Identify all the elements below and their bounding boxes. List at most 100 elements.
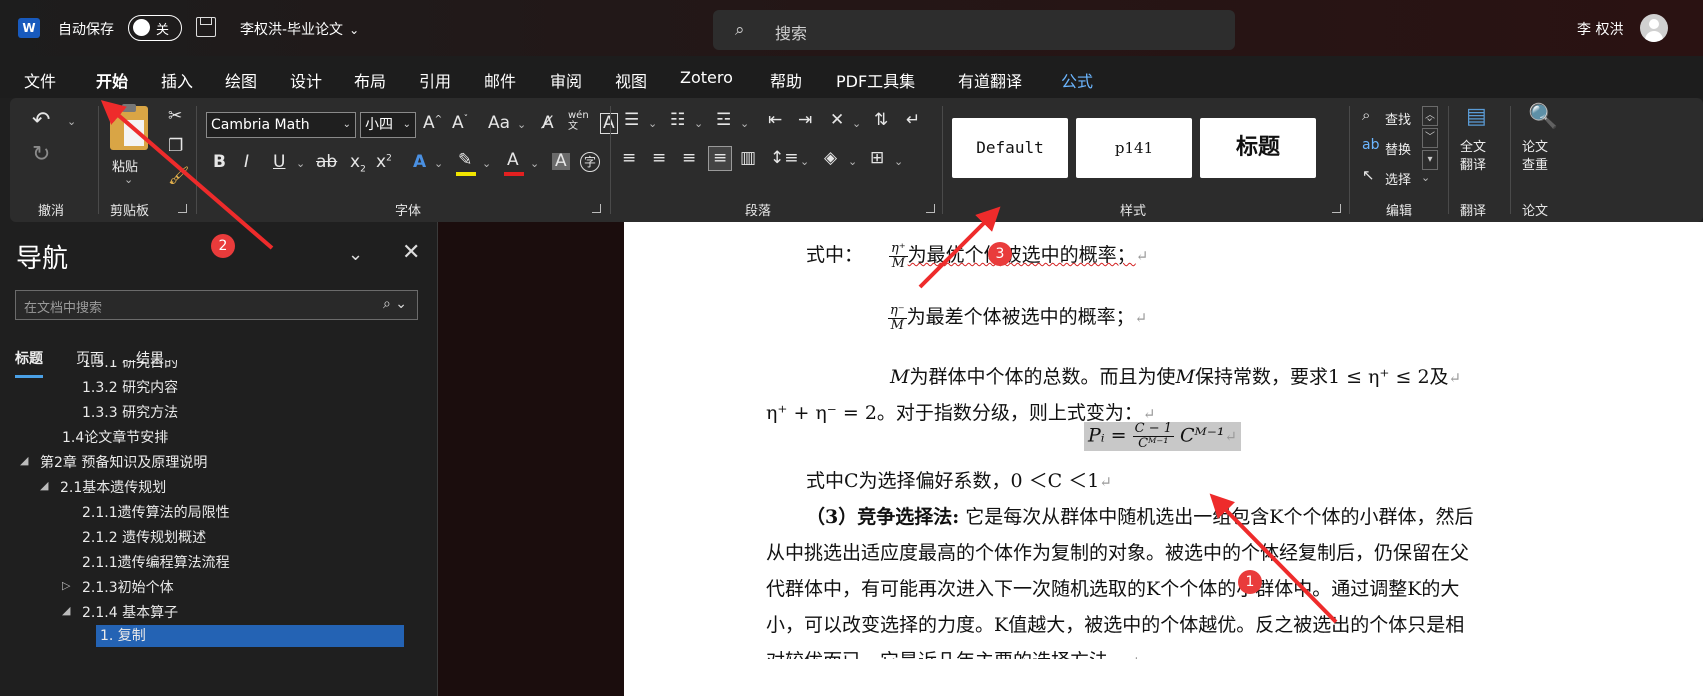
list-item-selected[interactable]: 1. 复制 [96, 625, 404, 647]
text-effects-icon[interactable]: A [413, 154, 426, 171]
collapse-triangle-icon[interactable]: ◢ [62, 605, 70, 616]
tab-zotero[interactable]: Zotero [680, 68, 733, 87]
user-name[interactable]: 李 权洪 [1577, 19, 1623, 39]
list-item[interactable]: 2.1.3初始个体 [82, 577, 174, 597]
distributed-icon[interactable]: ▥ [740, 150, 756, 167]
tab-layout[interactable]: 布局 [354, 68, 386, 92]
style-scroll-down-icon[interactable]: ﹀ [1422, 128, 1438, 148]
formula-block[interactable]: Pᵢ = C − 1 Cᴹ⁻¹ Cᴹ⁻¹↵ [1084, 422, 1242, 451]
increase-indent-icon[interactable]: ⇥ [798, 112, 812, 129]
borders-dropdown-icon[interactable]: ⌄ [894, 156, 903, 167]
line-spacing-dropdown-icon[interactable]: ⌄ [800, 156, 809, 167]
tab-home[interactable]: 开始 [96, 68, 129, 101]
tab-references[interactable]: 引用 [419, 68, 451, 92]
tab-mailings[interactable]: 邮件 [484, 68, 516, 92]
font-size-combo[interactable]: 小四 ⌄ [360, 112, 416, 138]
list-item[interactable]: 2.1.1遗传编程算法流程 [82, 552, 230, 572]
replace-label[interactable]: 替换 [1385, 139, 1411, 158]
multilevel-dropdown-icon[interactable]: ⌄ [740, 118, 749, 129]
nav-search-input[interactable]: 在文档中搜索 ⌕ ⌄ [15, 290, 418, 320]
numbering-icon[interactable]: ☷ [670, 112, 685, 129]
list-item[interactable]: 2.1.1遗传算法的局限性 [82, 502, 230, 522]
list-item[interactable]: 1.4论文章节安排 [62, 427, 168, 447]
numbering-dropdown-icon[interactable]: ⌄ [694, 118, 703, 129]
list-item[interactable]: 第2章 预备知识及原理说明 [40, 452, 207, 472]
style-heading[interactable]: 标题 [1200, 118, 1316, 178]
undo-icon[interactable]: ↶ [32, 110, 50, 132]
shrink-font-icon[interactable]: Aˇ [452, 115, 468, 132]
autosave-toggle[interactable]: 关 [128, 15, 182, 41]
style-gallery-more-icon[interactable]: ▾ [1422, 150, 1438, 170]
bullets-dropdown-icon[interactable]: ⌄ [648, 118, 657, 129]
list-item[interactable]: 2.1.4 基本算子 [82, 602, 178, 622]
italic-icon[interactable]: I [244, 154, 249, 171]
font-color-icon[interactable]: A [507, 152, 519, 169]
clipboard-launcher-icon[interactable] [178, 204, 187, 213]
save-icon[interactable] [196, 17, 216, 37]
full-translate-label-2[interactable]: 翻译 [1460, 154, 1486, 173]
font-color-dropdown-icon[interactable]: ⌄ [530, 158, 539, 169]
list-item[interactable]: 1.3.3 研究方法 [82, 402, 178, 422]
multilevel-list-icon[interactable]: ☲ [716, 112, 731, 129]
paper-check-label-1[interactable]: 论文 [1522, 136, 1548, 155]
scissors-icon[interactable]: ✂ [168, 108, 182, 125]
select-dropdown-icon[interactable]: ⌄ [1421, 172, 1430, 183]
list-item[interactable]: 2.1基本遗传规划 [60, 477, 166, 497]
find-dropdown-icon[interactable]: ⌄ [1425, 112, 1434, 123]
change-case-icon[interactable]: Aa [488, 115, 510, 132]
highlight-dropdown-icon[interactable]: ⌄ [482, 158, 491, 169]
sort-icon[interactable]: ⇅ [874, 112, 888, 129]
line-spacing-icon[interactable]: ↕≡ [770, 150, 799, 167]
borders-icon[interactable]: ⊞ [870, 150, 884, 167]
font-launcher-icon[interactable] [592, 204, 601, 213]
character-shading-icon[interactable]: A [552, 153, 570, 170]
phonetic-guide-icon[interactable]: wén 文 [568, 110, 589, 132]
tab-view[interactable]: 视图 [615, 68, 647, 92]
chevron-down-icon[interactable]: ⌄ [348, 244, 363, 265]
character-border-icon[interactable]: A [600, 113, 618, 134]
grow-font-icon[interactable]: A^ [423, 115, 442, 132]
bullets-icon[interactable]: ☰ [624, 112, 639, 129]
shading-dropdown-icon[interactable]: ⌄ [848, 156, 857, 167]
expand-triangle-icon[interactable]: ▷ [62, 580, 70, 591]
close-icon[interactable]: ✕ [402, 240, 420, 265]
full-translate-icon[interactable]: ▤ [1466, 106, 1487, 128]
search-box[interactable]: ⌕ 搜索 [713, 10, 1235, 50]
asian-layout-dropdown-icon[interactable]: ⌄ [852, 118, 861, 129]
paper-check-label-2[interactable]: 查重 [1522, 154, 1548, 173]
strikethrough-icon[interactable]: ab [316, 154, 337, 171]
paste-dropdown-icon[interactable]: ⌄ [124, 174, 133, 185]
find-label[interactable]: 查找 [1385, 109, 1411, 128]
styles-launcher-icon[interactable] [1332, 204, 1341, 213]
bold-icon[interactable]: B [213, 154, 226, 171]
list-item[interactable]: 2.1.2 遗传规划概述 [82, 527, 206, 547]
subscript-icon[interactable]: x2 [350, 153, 366, 174]
asian-layout-icon[interactable]: ✕ [830, 112, 844, 129]
paragraph-launcher-icon[interactable] [926, 204, 935, 213]
collapse-triangle-icon[interactable]: ◢ [20, 455, 28, 466]
collapse-triangle-icon[interactable]: ◢ [40, 480, 48, 491]
tab-file[interactable]: 文件 [24, 68, 56, 92]
undo-dropdown-icon[interactable]: ⌄ [67, 116, 76, 127]
align-center-icon[interactable]: ≡ [652, 150, 666, 167]
shading-icon[interactable]: ◈ [824, 150, 837, 167]
highlight-icon[interactable]: ✎ [458, 152, 472, 169]
style-p141[interactable]: p141 [1076, 118, 1192, 178]
underline-icon[interactable]: U [273, 154, 285, 171]
underline-dropdown-icon[interactable]: ⌄ [296, 158, 305, 169]
style-default[interactable]: Default [952, 118, 1068, 178]
find-icon[interactable]: ⌕ [1362, 108, 1370, 123]
document-title-button[interactable]: 李权洪-毕业论文 ⌄ [240, 19, 359, 39]
copy-icon[interactable]: ❐ [168, 138, 183, 155]
tab-design[interactable]: 设计 [290, 68, 322, 92]
paste-icon[interactable] [110, 104, 148, 150]
change-case-dropdown-icon[interactable]: ⌄ [517, 119, 526, 130]
justify-icon[interactable]: ≡ [708, 146, 733, 171]
tab-pdf-tools[interactable]: PDF工具集 [836, 68, 915, 92]
avatar[interactable] [1640, 14, 1668, 42]
align-right-icon[interactable]: ≡ [682, 150, 696, 167]
enclose-characters-icon[interactable]: 字 [580, 152, 600, 172]
tab-review[interactable]: 审阅 [550, 68, 582, 92]
tab-formula[interactable]: 公式 [1061, 68, 1093, 92]
tab-insert[interactable]: 插入 [161, 68, 193, 92]
